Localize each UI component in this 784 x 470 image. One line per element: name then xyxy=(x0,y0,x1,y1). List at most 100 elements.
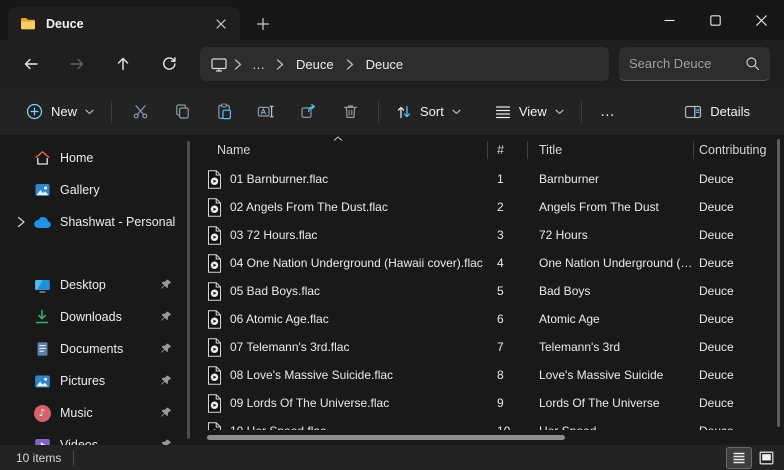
contributing-artist: Deuce xyxy=(693,396,784,410)
file-name: 03 72 Hours.flac xyxy=(230,228,317,242)
see-more-button[interactable]: … xyxy=(589,95,627,129)
file-name: 07 Telemann's 3rd.flac xyxy=(230,340,349,354)
media-file-icon xyxy=(207,310,222,329)
view-button[interactable]: View xyxy=(485,95,574,129)
sort-button[interactable]: Sort xyxy=(386,95,471,129)
horizontal-scrollbar[interactable] xyxy=(195,430,776,445)
search-icon[interactable] xyxy=(745,56,760,71)
track-number: 6 xyxy=(487,312,527,326)
sidebar-item-gallery[interactable]: Gallery xyxy=(4,174,185,206)
sidebar-item-videos[interactable]: Videos xyxy=(4,429,185,445)
sidebar-item-label: Shashwat - Personal xyxy=(60,215,181,229)
up-button[interactable] xyxy=(100,46,146,82)
sidebar-item-label: Videos xyxy=(60,438,159,445)
folder-icon xyxy=(20,17,36,30)
view-lines-icon xyxy=(495,105,511,119)
status-divider xyxy=(73,451,74,465)
delete-button[interactable] xyxy=(329,95,371,129)
maximize-button[interactable] xyxy=(692,0,738,40)
file-name: 09 Lords Of The Universe.flac xyxy=(230,396,389,410)
sidebar-scrollbar[interactable] xyxy=(187,141,190,439)
details-button[interactable]: Details xyxy=(674,95,760,129)
search-box[interactable] xyxy=(619,47,770,81)
sidebar-item-pictures[interactable]: Pictures xyxy=(4,365,185,397)
sidebar-item-music[interactable]: ♪ Music xyxy=(4,397,185,429)
column-header-title[interactable]: Title xyxy=(527,135,693,165)
table-row[interactable]: 09 Lords Of The Universe.flac 9 Lords Of… xyxy=(195,389,784,417)
refresh-button[interactable] xyxy=(146,46,192,82)
close-button[interactable] xyxy=(738,0,784,40)
table-row[interactable]: 07 Telemann's 3rd.flac 7 Telemann's 3rd … xyxy=(195,333,784,361)
desktop-icon xyxy=(32,278,52,293)
file-name: 04 One Nation Underground (Hawaii cover)… xyxy=(230,256,483,270)
gallery-icon xyxy=(32,182,52,198)
pin-icon xyxy=(159,407,173,419)
track-title: Barnburner xyxy=(527,172,693,186)
column-header-name[interactable]: Name xyxy=(195,135,487,165)
forward-button[interactable] xyxy=(54,46,100,82)
track-title: Bad Boys xyxy=(527,284,693,298)
sidebar-item-desktop[interactable]: Desktop xyxy=(4,269,185,301)
table-row[interactable]: 08 Love's Massive Suicide.flac 8 Love's … xyxy=(195,361,784,389)
breadcrumb-item[interactable]: Deuce xyxy=(290,57,340,72)
chevron-down-icon xyxy=(452,109,461,115)
horizontal-scrollbar-thumb[interactable] xyxy=(207,435,565,440)
sidebar-item-documents[interactable]: Documents xyxy=(4,333,185,365)
column-header-contributing[interactable]: Contributing xyxy=(693,135,784,165)
table-row[interactable]: 01 Barnburner.flac 1 Barnburner Deuce xyxy=(195,165,784,193)
sidebar-item-onedrive[interactable]: Shashwat - Personal xyxy=(4,206,185,238)
pictures-icon xyxy=(32,374,52,389)
tab-title: Deuce xyxy=(46,17,208,31)
contributing-artist: Deuce xyxy=(693,172,784,186)
pin-icon xyxy=(159,279,173,291)
cut-button[interactable] xyxy=(119,95,161,129)
sidebar-item-label: Pictures xyxy=(60,374,159,388)
main-area: Home Gallery Shashwat - Personal xyxy=(0,135,784,445)
new-button[interactable]: New xyxy=(16,95,104,129)
sidebar-item-downloads[interactable]: Downloads xyxy=(4,301,185,333)
sidebar-item-label: Desktop xyxy=(60,278,159,292)
search-input[interactable] xyxy=(629,56,745,71)
rename-button[interactable] xyxy=(245,95,287,129)
toolbar-divider xyxy=(111,101,112,123)
explorer-tab[interactable]: Deuce xyxy=(8,7,240,40)
file-name: 08 Love's Massive Suicide.flac xyxy=(230,368,393,382)
column-header-number[interactable]: # xyxy=(487,135,527,165)
sort-arrows-icon xyxy=(396,104,412,120)
breadcrumb-item[interactable]: Deuce xyxy=(360,57,410,72)
sidebar-item-label: Music xyxy=(60,406,159,420)
sidebar-item-home[interactable]: Home xyxy=(4,142,185,174)
status-bar: 10 items xyxy=(0,445,784,470)
track-number: 5 xyxy=(487,284,527,298)
minimize-button[interactable] xyxy=(646,0,692,40)
media-file-icon xyxy=(207,226,222,245)
chevron-right-icon[interactable] xyxy=(10,216,32,228)
toolbar-divider xyxy=(581,101,582,123)
details-view-toggle[interactable] xyxy=(727,448,751,468)
thumbnail-view-toggle[interactable] xyxy=(754,448,778,468)
new-tab-button[interactable] xyxy=(250,12,276,36)
track-number: 4 xyxy=(487,256,527,270)
this-pc-monitor-icon[interactable] xyxy=(210,56,228,73)
track-title: Lords Of The Universe xyxy=(527,396,693,410)
tab-close-icon[interactable] xyxy=(208,12,234,36)
track-title: 72 Hours xyxy=(527,228,693,242)
table-row[interactable]: 05 Bad Boys.flac 5 Bad Boys Deuce xyxy=(195,277,784,305)
media-file-icon xyxy=(207,170,222,189)
table-row[interactable]: 04 One Nation Underground (Hawaii cover)… xyxy=(195,249,784,277)
breadcrumb[interactable]: … Deuce Deuce xyxy=(200,47,609,81)
table-row[interactable]: 03 72 Hours.flac 3 72 Hours Deuce xyxy=(195,221,784,249)
paste-button[interactable] xyxy=(203,95,245,129)
sort-ascending-icon xyxy=(333,136,343,141)
track-number: 7 xyxy=(487,340,527,354)
back-button[interactable] xyxy=(8,46,54,82)
pin-icon xyxy=(159,343,173,355)
table-row[interactable]: 06 Atomic Age.flac 6 Atomic Age Deuce xyxy=(195,305,784,333)
sidebar-item-label: Documents xyxy=(60,342,159,356)
track-title: Telemann's 3rd xyxy=(527,340,693,354)
table-row[interactable]: 02 Angels From The Dust.flac 2 Angels Fr… xyxy=(195,193,784,221)
copy-button[interactable] xyxy=(161,95,203,129)
share-button[interactable] xyxy=(287,95,329,129)
breadcrumb-ellipsis[interactable]: … xyxy=(248,57,270,72)
vertical-scrollbar-thumb[interactable] xyxy=(777,139,780,427)
